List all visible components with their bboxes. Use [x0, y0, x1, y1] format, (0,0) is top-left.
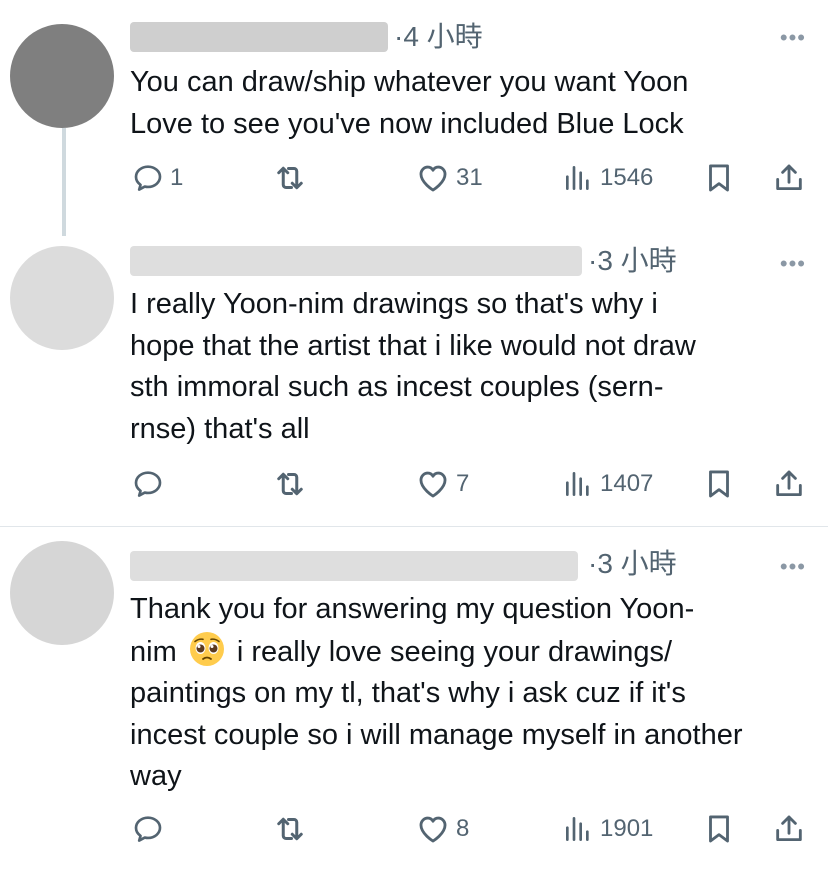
timestamp: ·3 小時 [588, 245, 677, 276]
redacted-username [130, 551, 578, 581]
retweet-button[interactable] [272, 464, 308, 504]
like-icon [416, 161, 450, 195]
views-button[interactable]: 1901 [562, 809, 653, 849]
views-button[interactable]: 1546 [562, 158, 653, 198]
tweet-3[interactable]: ·3 小時 ••• Thank you for answering my que… [0, 527, 828, 873]
more-icon[interactable]: ••• [780, 556, 806, 578]
tweet-2[interactable]: ·3 小時 ••• I really Yoon-nim drawings so … [0, 240, 828, 525]
share-icon [772, 161, 806, 195]
reply-count: 1 [170, 164, 184, 191]
reply-icon [132, 813, 164, 845]
bookmark-icon [702, 467, 736, 501]
avatar[interactable] [10, 541, 114, 645]
more-icon[interactable]: ••• [780, 253, 806, 275]
retweet-button[interactable] [272, 809, 308, 849]
redacted-username [130, 22, 388, 52]
reply-icon [132, 468, 164, 500]
like-button[interactable]: 31 [416, 158, 483, 198]
action-bar: 1 31 1546 [0, 158, 828, 198]
action-bar: 8 1901 [0, 809, 828, 849]
tweet-text: I really Yoon-nim drawings so that's why… [130, 288, 696, 445]
retweet-icon [272, 466, 308, 502]
bookmark-button[interactable] [702, 158, 736, 198]
share-icon [772, 812, 806, 846]
reply-button[interactable] [132, 809, 164, 849]
reply-button[interactable]: 1 [132, 158, 183, 198]
views-icon [562, 162, 594, 194]
views-count: 1546 [600, 164, 654, 191]
like-icon [416, 812, 450, 846]
like-count: 7 [456, 470, 470, 497]
tweet-text: Thank you for answering my question Yoon… [130, 589, 810, 798]
views-icon [562, 813, 594, 845]
action-bar: 7 1407 [0, 464, 828, 504]
like-button[interactable]: 7 [416, 464, 469, 504]
views-count: 1901 [600, 815, 654, 842]
share-icon [772, 467, 806, 501]
avatar[interactable] [10, 24, 114, 128]
views-count: 1407 [600, 470, 654, 497]
retweet-button[interactable] [272, 158, 308, 198]
retweet-icon [272, 160, 308, 196]
like-count: 8 [456, 815, 470, 842]
more-icon[interactable]: ••• [780, 27, 806, 49]
bookmark-button[interactable] [702, 464, 736, 504]
bookmark-icon [702, 161, 736, 195]
views-icon [562, 468, 594, 500]
share-button[interactable] [772, 464, 806, 504]
timestamp: ·4 小時 [394, 21, 483, 52]
redacted-username [130, 246, 582, 276]
pleading-face-emoji [189, 631, 224, 666]
reply-button[interactable] [132, 464, 164, 504]
like-icon [416, 467, 450, 501]
bookmark-icon [702, 812, 736, 846]
share-button[interactable] [772, 158, 806, 198]
reply-icon [132, 162, 164, 194]
views-button[interactable]: 1407 [562, 464, 653, 504]
retweet-icon [272, 811, 308, 847]
avatar[interactable] [10, 246, 114, 350]
tweet-1[interactable]: ·4 小時 ••• You can draw/ship whatever you… [0, 0, 828, 240]
timestamp: ·3 小時 [588, 548, 677, 579]
bookmark-button[interactable] [702, 809, 736, 849]
tweet-text: You can draw/ship whatever you want Yoon… [130, 66, 689, 140]
like-button[interactable]: 8 [416, 809, 469, 849]
like-count: 31 [456, 164, 483, 191]
share-button[interactable] [772, 809, 806, 849]
